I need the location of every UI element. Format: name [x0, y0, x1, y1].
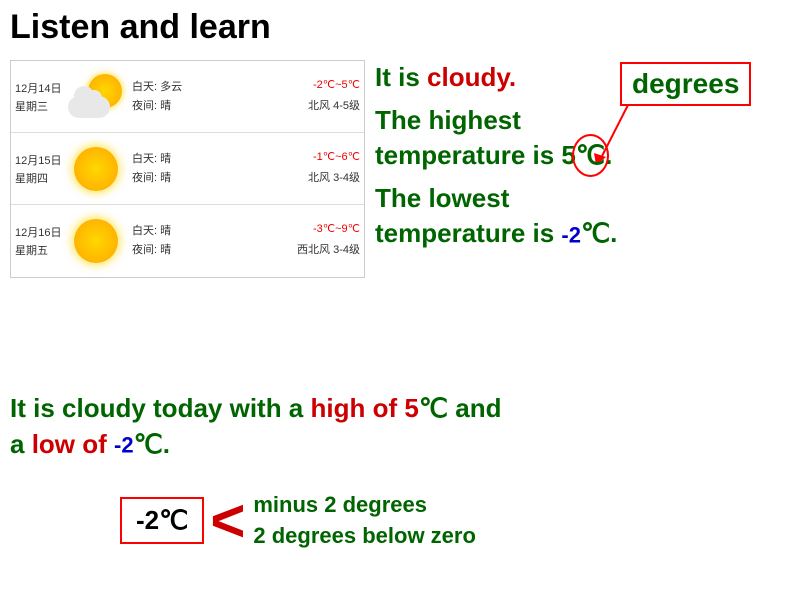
date: 12月15日	[15, 152, 63, 168]
day-of-week: 星期三	[15, 98, 63, 114]
night-label: 夜间: 晴	[132, 169, 171, 185]
date: 12月14日	[15, 80, 63, 96]
bottom-period: .	[163, 429, 170, 459]
bottom-text3: a	[10, 429, 32, 459]
weather-row: 12月16日 星期五 白天: 晴 -3℃~9℃ 夜间: 晴 西北风 3-4级	[11, 205, 364, 277]
temp: -3℃~9℃	[313, 222, 360, 238]
s1-prefix: It is	[375, 62, 427, 92]
minus-explanation-area: -2℃ < minus 2 degrees 2 degrees below ze…	[120, 490, 476, 552]
s3-degree-period: ℃.	[581, 218, 617, 248]
weather-row: 12月14日 星期三 白天: 多云 -2℃~5℃ 夜间: 晴 北风 4-5级	[11, 61, 364, 133]
day-of-week: 星期五	[15, 242, 63, 258]
weather-info: 白天: 晴 -1℃~6℃ 夜间: 晴 北风 3-4级	[128, 150, 360, 188]
bottom-degree1: ℃	[419, 393, 448, 423]
wind-label: 北风 4-5级	[308, 97, 360, 113]
daytime-label: 白天: 晴	[132, 222, 171, 238]
sentence-3-line2: temperature is -2℃.	[375, 216, 790, 251]
weather-icon-sunny2	[63, 214, 128, 269]
sentence-1: It is cloudy.	[375, 60, 790, 95]
sentence-3-line1: The lowest	[375, 181, 790, 216]
minus-box: -2℃	[120, 497, 204, 544]
daytime-label: 白天: 晴	[132, 150, 171, 166]
daytime-label: 白天: 多云	[132, 78, 182, 94]
wind-label: 北风 3-4级	[308, 169, 360, 185]
weather-icon-sunny	[63, 141, 128, 196]
page-title: Listen and learn	[10, 8, 271, 47]
bottom-highlight2: low of	[32, 429, 114, 459]
temp: -1℃~6℃	[313, 150, 360, 166]
s2-degree: ℃	[576, 140, 605, 170]
explanation-line-1: minus 2 degrees	[253, 490, 476, 521]
bottom-highlight1: high of 5	[311, 393, 419, 423]
date-col: 12月15日 星期四	[15, 152, 63, 186]
weather-info: 白天: 晴 -3℃~9℃ 夜间: 晴 西北风 3-4级	[128, 222, 360, 260]
date-col: 12月16日 星期五	[15, 224, 63, 258]
sentence-2: The highest temperature is 5℃.	[375, 103, 790, 173]
bottom-text2: and	[448, 393, 501, 423]
date-col: 12月14日 星期三	[15, 80, 63, 114]
sentence-3: The lowest temperature is -2℃.	[375, 181, 790, 251]
sentence-2-line2: temperature is 5℃.	[375, 138, 790, 173]
s1-highlight: cloudy.	[427, 62, 516, 92]
degree-circle: ℃	[576, 138, 605, 173]
sentence-2-line1: The highest	[375, 103, 790, 138]
bottom-degree2: ℃	[134, 429, 163, 459]
bottom-paragraph: It is cloudy today with a high of 5℃ and…	[10, 390, 785, 463]
night-label: 夜间: 晴	[132, 241, 171, 257]
s3-neg: -2	[561, 223, 581, 248]
s2-prefix: temperature is 5	[375, 140, 576, 170]
weather-row: 12月15日 星期四 白天: 晴 -1℃~6℃ 夜间: 晴 北风 3-4级	[11, 133, 364, 205]
weather-info: 白天: 多云 -2℃~5℃ 夜间: 晴 北风 4-5级	[128, 78, 360, 116]
explanation-line-2: 2 degrees below zero	[253, 521, 476, 552]
temp: -2℃~5℃	[313, 78, 360, 94]
s3-prefix: temperature is	[375, 218, 561, 248]
right-content-sentences: It is cloudy. The highest temperature is…	[375, 60, 790, 259]
sentence-1-text: It is cloudy.	[375, 62, 516, 92]
weather-table: 12月14日 星期三 白天: 多云 -2℃~5℃ 夜间: 晴 北风 4-5级 1…	[10, 60, 365, 278]
day-of-week: 星期四	[15, 170, 63, 186]
bottom-text1: It is cloudy today with a	[10, 393, 311, 423]
less-than-symbol: <	[210, 491, 245, 551]
weather-icon-cloudy	[63, 69, 128, 124]
date: 12月16日	[15, 224, 63, 240]
wind-label: 西北风 3-4级	[297, 241, 360, 257]
night-label: 夜间: 晴	[132, 97, 171, 113]
bottom-neg2: -2	[114, 433, 134, 458]
explanations: minus 2 degrees 2 degrees below zero	[253, 490, 476, 552]
